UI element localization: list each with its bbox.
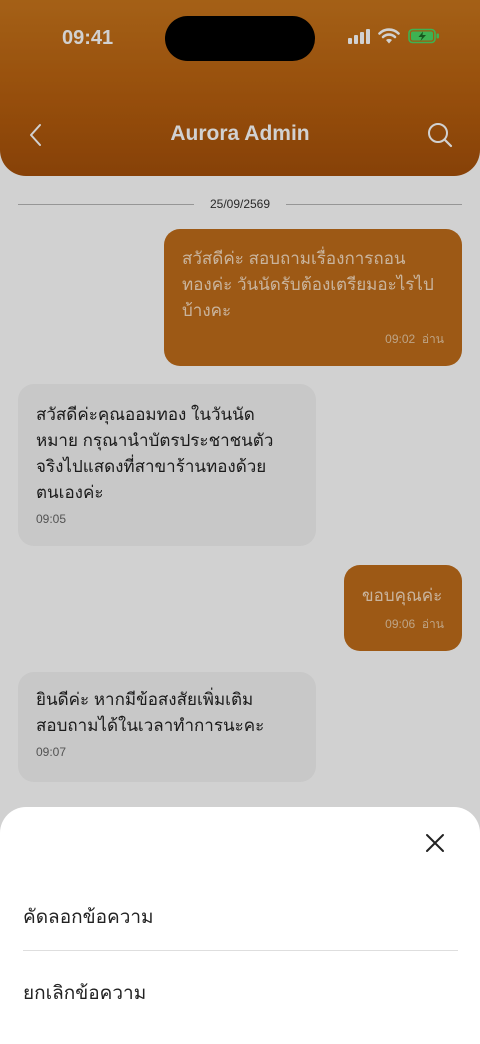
copy-message-option[interactable]: คัดลอกข้อความ — [23, 902, 458, 932]
message-action-sheet: คัดลอกข้อความ ยกเลิกข้อความ — [0, 807, 480, 1044]
sheet-divider — [23, 950, 458, 951]
unsend-message-option[interactable]: ยกเลิกข้อความ — [23, 978, 458, 1008]
close-button[interactable] — [424, 832, 446, 854]
close-icon — [426, 834, 444, 852]
chat-screen: 09:41 Aurora Admin 25/09/2569 สวัสดีค่ะ … — [0, 0, 480, 1044]
